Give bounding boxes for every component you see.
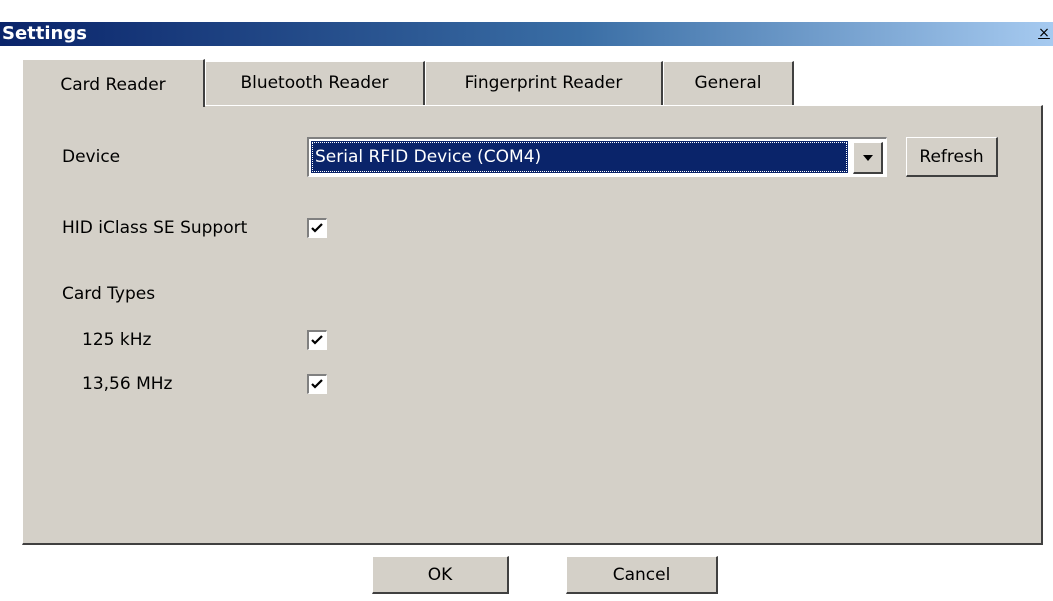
chevron-down-icon bbox=[862, 155, 873, 161]
refresh-button[interactable]: Refresh bbox=[906, 137, 998, 177]
cancel-button[interactable]: Cancel bbox=[566, 556, 718, 594]
card-type-125khz-label: 125 kHz bbox=[82, 330, 152, 350]
tab-bluetooth-reader[interactable]: Bluetooth Reader bbox=[205, 61, 425, 105]
hid-support-checkbox[interactable] bbox=[307, 218, 327, 238]
checkmark-icon bbox=[311, 335, 323, 345]
checkmark-icon bbox=[311, 223, 323, 233]
card-type-1356mhz-label: 13,56 MHz bbox=[82, 374, 173, 394]
dropdown-button[interactable] bbox=[853, 142, 883, 174]
card-type-125khz-checkbox[interactable] bbox=[307, 330, 327, 350]
window-title: Settings bbox=[2, 23, 87, 44]
tab-fingerprint-reader[interactable]: Fingerprint Reader bbox=[425, 61, 663, 105]
card-type-1356mhz-checkbox[interactable] bbox=[307, 374, 327, 394]
device-selected-value: Serial RFID Device (COM4) bbox=[311, 141, 848, 173]
card-types-heading: Card Types bbox=[62, 284, 156, 304]
device-select[interactable]: Serial RFID Device (COM4) bbox=[307, 137, 887, 177]
hid-support-label: HID iClass SE Support bbox=[62, 218, 248, 238]
tab-label: Fingerprint Reader bbox=[464, 73, 623, 93]
tab-label: General bbox=[694, 73, 762, 93]
title-bar: Settings × bbox=[0, 22, 1053, 46]
tab-label: Bluetooth Reader bbox=[240, 73, 389, 93]
tab-general[interactable]: General bbox=[663, 61, 794, 105]
close-icon[interactable]: × bbox=[1037, 25, 1051, 41]
checkmark-icon bbox=[311, 379, 323, 389]
tab-card-reader[interactable]: Card Reader bbox=[22, 59, 205, 107]
device-label: Device bbox=[62, 147, 121, 167]
ok-button[interactable]: OK bbox=[372, 556, 509, 594]
tab-label: Card Reader bbox=[60, 75, 166, 95]
